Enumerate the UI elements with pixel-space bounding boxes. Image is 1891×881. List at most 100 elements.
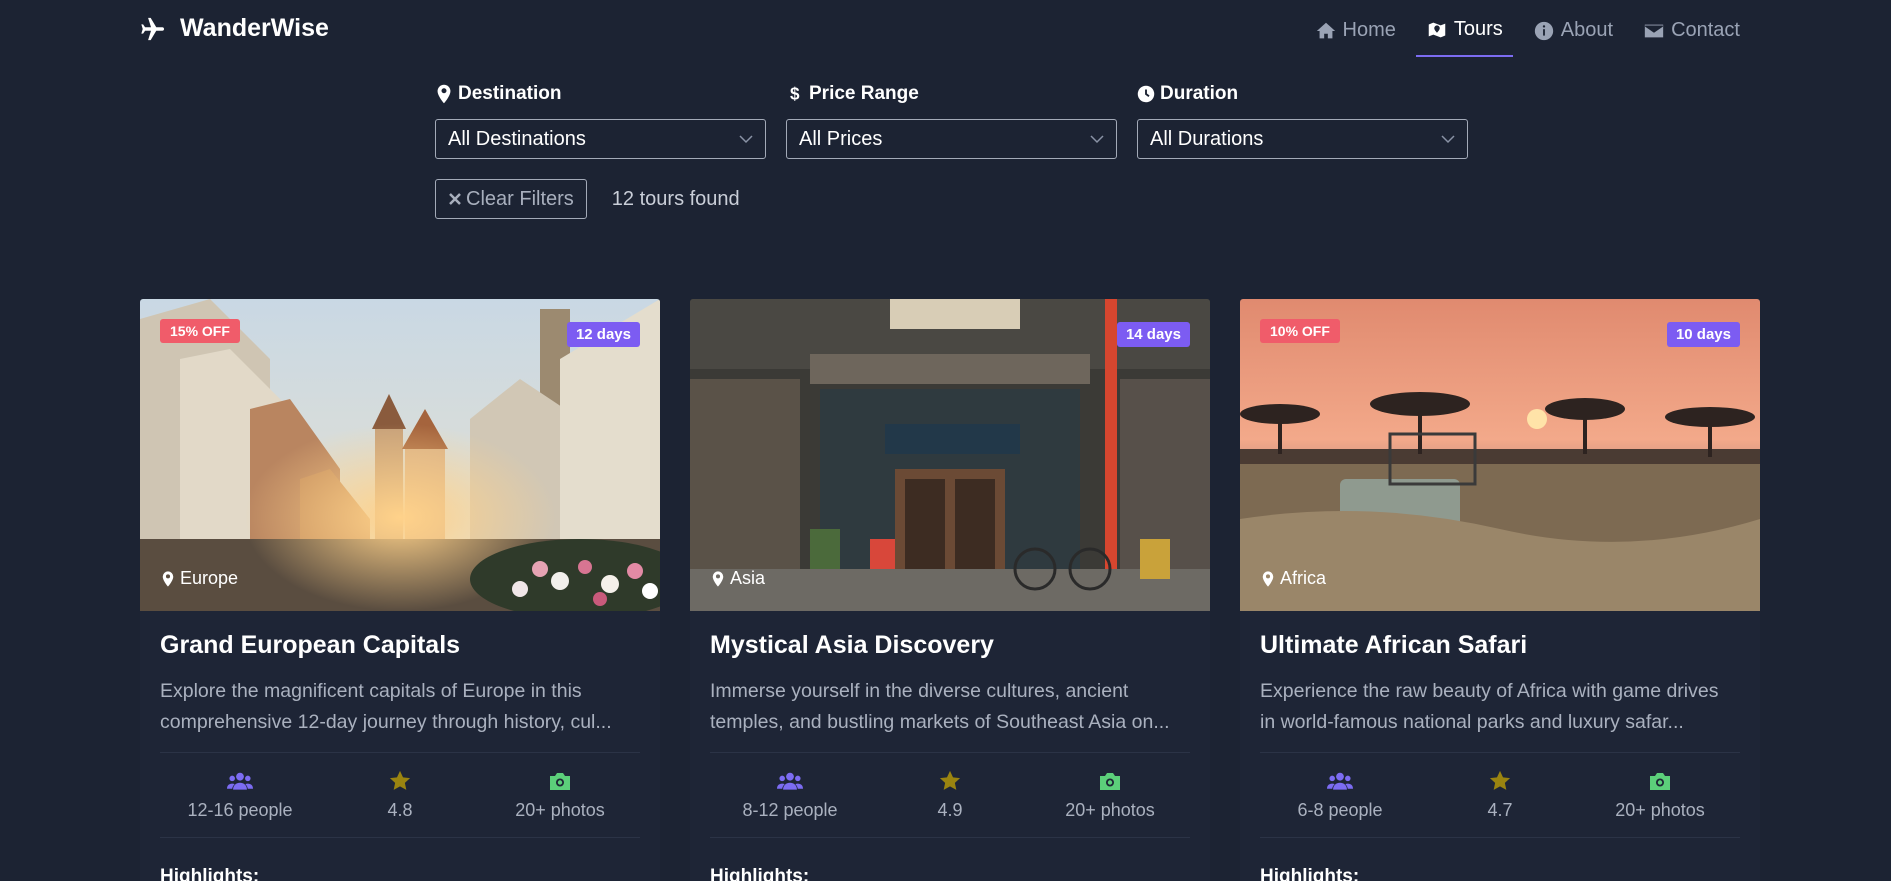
highlights-heading: Highlights: [1260,866,1360,881]
nav-home-label: Home [1342,19,1396,41]
nav-contact[interactable]: Contact [1633,14,1750,57]
star-icon [389,770,411,790]
destination-label: Destination [435,80,766,108]
rating-stat: 4.9 [870,753,1030,837]
price-select-value: All Prices [799,127,883,150]
star-icon [939,770,961,790]
nav-tours-label: Tours [1453,18,1503,40]
dollar-icon: $ [790,84,800,104]
envelope-icon [1644,24,1664,37]
nav-home[interactable]: Home [1305,14,1406,57]
tour-description: Immerse yourself in the diverse cultures… [710,676,1190,738]
tour-description-line: Immerse yourself in the diverse cultures… [710,680,1129,702]
highlights-heading: Highlights: [160,866,260,881]
filter-bar: Destination All Destinations $ Price Ran… [435,80,1468,159]
card-body: Mystical Asia Discovery Immerse yourself… [690,611,1210,881]
price-select[interactable]: All Prices [786,119,1117,159]
tour-card[interactable]: 14 days Asia Mystical Asia Discovery Imm… [690,299,1210,881]
clear-filters-label: Clear Filters [466,187,574,210]
region-tag: Europe [161,568,238,589]
chevron-down-icon [739,135,753,144]
users-icon [227,772,253,790]
nav-links: Home Tours About Contact [1305,14,1750,57]
tour-image-africa[interactable]: 10% OFF 10 days Africa [1240,299,1760,611]
nav-contact-label: Contact [1671,19,1740,41]
region-label: Asia [730,568,766,588]
destination-label-text: Destination [458,83,562,104]
price-label-text: Price Range [809,83,919,104]
home-icon [1316,22,1335,38]
duration-badge: 12 days [566,322,640,347]
close-icon [449,193,461,205]
tour-description: Experience the raw beauty of Africa with… [1260,676,1740,738]
rating-value: 4.8 [387,799,413,820]
filter-actions: Clear Filters 12 tours found [435,179,740,219]
nav-about[interactable]: About [1523,14,1623,57]
tour-stats: 8-12 people 4.9 20+ photos [710,752,1190,838]
tour-card[interactable]: 15% OFF 12 days Europe Grand European Ca… [140,299,660,881]
rating-stat: 4.8 [320,753,480,837]
tour-stats: 6-8 people 4.7 20+ photos [1260,752,1740,838]
camera-icon [1650,772,1670,790]
brand-name: WanderWise [180,14,329,42]
group-size-value: 8-12 people [742,799,838,820]
tour-card[interactable]: 10% OFF 10 days Africa Ultimate African … [1240,299,1760,881]
group-size-value: 12-16 people [187,799,293,820]
map-icon [1428,22,1446,37]
region-tag: Asia [711,568,765,589]
photos-value: 20+ photos [1615,799,1705,820]
plane-icon [141,17,165,40]
tour-title[interactable]: Grand European Capitals [160,631,640,660]
rating-stat: 4.7 [1420,753,1580,837]
camera-icon [1100,772,1120,790]
tour-description-line: in world-famous national parks and luxur… [1260,711,1684,733]
tour-image-asia[interactable]: 14 days Asia [690,299,1210,611]
map-pin-icon [162,570,174,587]
tour-stats: 12-16 people 4.8 20+ photos [160,752,640,838]
chevron-down-icon [1441,135,1455,144]
tour-title[interactable]: Ultimate African Safari [1260,631,1740,660]
card-body: Grand European Capitals Explore the magn… [140,611,660,881]
svg-text:$: $ [790,84,800,104]
group-size-stat: 6-8 people [1260,753,1420,837]
star-icon [1489,770,1511,790]
photos-value: 20+ photos [515,799,605,820]
duration-select[interactable]: All Durations [1137,119,1468,159]
brand-logo[interactable]: WanderWise [138,14,329,43]
clear-filters-button[interactable]: Clear Filters [435,179,587,219]
rating-value: 4.9 [937,799,963,820]
rating-value: 4.7 [1487,799,1513,820]
price-label: $ Price Range [786,80,1117,108]
chevron-down-icon [1090,135,1104,144]
tour-description-line: Explore the magnificent capitals of Euro… [160,680,582,702]
map-pin-icon [1262,570,1274,587]
tour-title[interactable]: Mystical Asia Discovery [710,631,1190,660]
nav-about-label: About [1560,19,1614,41]
nav-tours[interactable]: Tours [1415,14,1513,57]
info-icon [1534,21,1553,40]
region-label: Europe [180,568,239,588]
group-size-stat: 12-16 people [160,753,320,837]
duration-badge: 14 days [1116,322,1190,347]
tour-description: Explore the magnificent capitals of Euro… [160,676,640,738]
destination-select-value: All Destinations [448,127,586,150]
group-size-value: 6-8 people [1297,799,1383,820]
photos-stat: 20+ photos [480,753,640,837]
region-tag: Africa [1261,568,1326,589]
map-pin-icon [712,570,724,587]
top-navbar: WanderWise Home Tours About Contact [0,0,1891,64]
photos-stat: 20+ photos [1580,753,1740,837]
destination-select[interactable]: All Destinations [435,119,766,159]
tour-description-line: temples, and bustling markets of Southea… [710,711,1170,733]
clock-icon [1137,85,1155,103]
duration-label: Duration [1137,80,1468,108]
group-size-stat: 8-12 people [710,753,870,837]
discount-badge: 10% OFF [1260,319,1340,343]
card-body: Ultimate African Safari Experience the r… [1240,611,1760,881]
tour-image-europe[interactable]: 15% OFF 12 days Europe [140,299,660,611]
camera-icon [550,772,570,790]
duration-filter: Duration All Durations [1137,80,1468,159]
tour-description-line: Experience the raw beauty of Africa with… [1260,680,1719,702]
map-pin-icon [437,84,451,104]
tour-description-line: comprehensive 12-day journey through his… [160,711,612,733]
